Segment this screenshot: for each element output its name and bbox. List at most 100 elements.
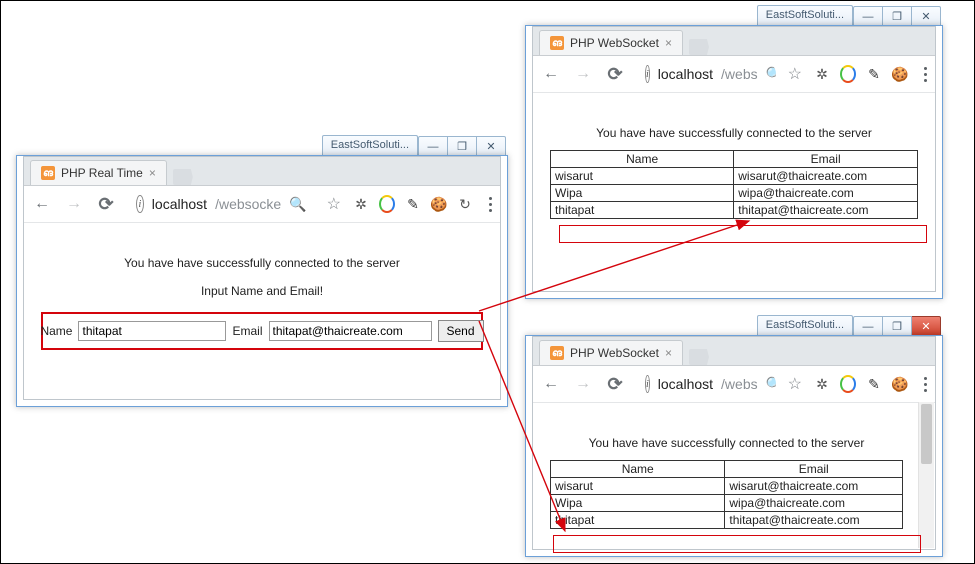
search-icon: 🔍 (289, 196, 306, 213)
taskbar-app-label: EastSoftSoluti... (322, 135, 418, 156)
status-text: You have have successfully connected to … (550, 436, 903, 450)
back-button[interactable]: ← (32, 194, 52, 214)
col-email: Email (734, 151, 918, 168)
page-content: You have have successfully connected to … (534, 402, 919, 548)
extension-icon[interactable]: ✎ (866, 376, 882, 392)
data-table: Name Email wisarutwisarut@thaicreate.com… (550, 460, 903, 529)
scrollbar[interactable] (918, 402, 934, 548)
back-button[interactable]: ← (541, 64, 561, 84)
url-host: localhost (658, 66, 713, 82)
close-icon: ✕ (921, 10, 930, 23)
email-label: Email (232, 324, 262, 338)
status-text: You have have successfully connected to … (41, 256, 483, 270)
forward-button[interactable]: → (573, 374, 593, 394)
tabbar: ങ PHP Real Time × (24, 157, 500, 186)
bookmark-star-icon[interactable]: ☆ (788, 64, 802, 84)
extension-icon[interactable]: ✎ (866, 66, 882, 82)
taskbar-app-label: EastSoftSoluti... (757, 5, 853, 26)
search-icon: 🔍 (766, 376, 776, 393)
xampp-icon: ങ (550, 36, 564, 50)
toolbar: ← → ⟳ i localhost/webs 🔍 ☆ ✲ ✎ 🍪 (533, 366, 935, 403)
titlebar-win-b: EastSoftSoluti... — ❐ ✕ (525, 5, 941, 26)
browser-menu-button[interactable] (924, 67, 927, 82)
window-php-websocket-2: ങ PHP WebSocket × ← → ⟳ i localhost/webs… (525, 335, 943, 557)
close-icon: ✕ (921, 320, 930, 333)
name-input[interactable] (78, 321, 226, 341)
close-icon: ✕ (486, 140, 495, 153)
reload-button[interactable]: ⟳ (96, 194, 116, 214)
url-host: localhost (658, 376, 713, 392)
bookmark-star-icon[interactable]: ☆ (788, 374, 802, 394)
address-bar[interactable]: i localhost/websocke 🔍 (128, 191, 315, 217)
titlebar-win-a: EastSoftSoluti... — ❐ ✕ (16, 135, 506, 156)
address-bar[interactable]: i localhost/webs 🔍 (637, 61, 776, 87)
xampp-icon: ങ (550, 346, 564, 360)
new-tab-button[interactable] (173, 169, 193, 185)
status-text: You have have successfully connected to … (550, 126, 918, 140)
extension-icon[interactable]: ✎ (405, 196, 421, 212)
extensions: ✲ ✎ 🍪 (814, 66, 908, 82)
extension-icon[interactable] (379, 196, 395, 212)
extension-icon[interactable]: 🍪 (431, 196, 447, 212)
new-tab-button[interactable] (689, 39, 709, 55)
url-host: localhost (152, 196, 207, 212)
address-bar[interactable]: i localhost/webs 🔍 (637, 371, 776, 397)
extension-icon[interactable]: ✲ (353, 196, 369, 212)
tab-php-websocket[interactable]: ങ PHP WebSocket × (539, 340, 683, 365)
taskbar-app-label: EastSoftSoluti... (757, 315, 853, 336)
browser-menu-button[interactable] (489, 197, 492, 212)
reload-button[interactable]: ⟳ (605, 374, 625, 394)
toolbar: ← → ⟳ i localhost/websocke 🔍 ☆ ✲ ✎ 🍪 ↻ (24, 186, 500, 223)
col-name: Name (551, 461, 725, 478)
table-header-row: Name Email (551, 461, 903, 478)
tab-title: PHP WebSocket (570, 36, 659, 50)
back-button[interactable]: ← (541, 374, 561, 394)
tab-close-icon[interactable]: × (665, 346, 672, 360)
extension-icon[interactable] (840, 376, 856, 392)
tabbar: ങ PHP WebSocket × (533, 337, 935, 366)
table-row: Wipawipa@thaicreate.com (551, 495, 903, 512)
data-table: Name Email wisarutwisarut@thaicreate.com… (550, 150, 918, 219)
window-php-websocket-1: ങ PHP WebSocket × ← → ⟳ i localhost/webs… (525, 25, 943, 299)
page-content: You have have successfully connected to … (25, 222, 499, 398)
url-path: /webs (721, 66, 758, 82)
url-path: /websocke (215, 196, 281, 212)
bookmark-star-icon[interactable]: ☆ (327, 194, 341, 214)
extension-icon[interactable]: ✲ (814, 66, 830, 82)
tab-php-websocket[interactable]: ങ PHP WebSocket × (539, 30, 683, 55)
send-button[interactable]: Send (438, 320, 484, 342)
forward-button[interactable]: → (64, 194, 84, 214)
extension-icon[interactable]: ↻ (457, 196, 473, 212)
extension-icon[interactable]: 🍪 (892, 376, 908, 392)
scrollbar-thumb[interactable] (921, 404, 932, 464)
site-info-icon: i (645, 375, 650, 393)
tab-close-icon[interactable]: × (149, 166, 156, 180)
tab-close-icon[interactable]: × (665, 36, 672, 50)
email-input[interactable] (269, 321, 432, 341)
xampp-icon: ങ (41, 166, 55, 180)
window-php-realtime: ങ PHP Real Time × ← → ⟳ i localhost/webs… (16, 155, 508, 407)
tab-title: PHP WebSocket (570, 346, 659, 360)
extension-icon[interactable]: ✲ (814, 376, 830, 392)
tab-php-realtime[interactable]: ങ PHP Real Time × (30, 160, 167, 185)
col-name: Name (551, 151, 734, 168)
extension-icon[interactable] (840, 66, 856, 82)
table-row: Wipawipa@thaicreate.com (551, 185, 918, 202)
col-email: Email (725, 461, 903, 478)
canvas: EastSoftSoluti... — ❐ ✕ EastSoftSoluti..… (0, 0, 975, 564)
url-path: /webs (721, 376, 758, 392)
reload-button[interactable]: ⟳ (605, 64, 625, 84)
table-row: thitapatthitapat@thaicreate.com (551, 202, 918, 219)
new-tab-button[interactable] (689, 349, 709, 365)
highlight-annotation (553, 535, 921, 553)
forward-button[interactable]: → (573, 64, 593, 84)
form: Name Email Send (41, 312, 483, 350)
tab-title: PHP Real Time (61, 166, 143, 180)
browser-menu-button[interactable] (924, 377, 927, 392)
table-row: thitapatthitapat@thaicreate.com (551, 512, 903, 529)
toolbar: ← → ⟳ i localhost/webs 🔍 ☆ ✲ ✎ 🍪 (533, 56, 935, 93)
table-row: wisarutwisarut@thaicreate.com (551, 168, 918, 185)
highlight-annotation (559, 225, 927, 243)
extension-icon[interactable]: 🍪 (892, 66, 908, 82)
site-info-icon: i (136, 195, 144, 213)
